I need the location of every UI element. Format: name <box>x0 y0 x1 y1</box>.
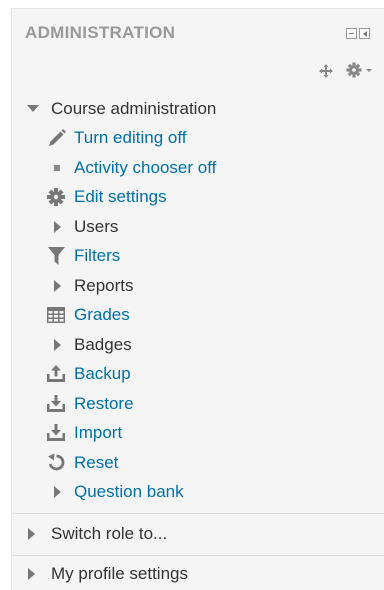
turn-editing-off-link[interactable]: Turn editing off <box>74 124 186 152</box>
filters-link[interactable]: Filters <box>74 242 120 270</box>
backup-item[interactable]: Backup <box>12 360 372 388</box>
restore-link[interactable]: Restore <box>74 390 134 418</box>
activity-chooser-off-item[interactable]: Activity chooser off <box>12 154 372 182</box>
bullet-icon <box>54 165 60 171</box>
restore-item[interactable]: Restore <box>12 390 372 418</box>
gear-dropdown-icon[interactable] <box>346 62 374 78</box>
divider <box>12 513 384 514</box>
question-bank-node[interactable]: Question bank <box>12 478 372 506</box>
course-administration-node[interactable]: Course administration <box>12 95 372 123</box>
dock-icon[interactable] <box>359 28 370 39</box>
pencil-icon <box>49 129 66 146</box>
question-bank-link[interactable]: Question bank <box>74 478 184 506</box>
grades-item[interactable]: Grades <box>12 301 372 329</box>
expand-arrow-icon <box>54 339 61 351</box>
backup-icon <box>47 365 65 382</box>
collapse-arrow-icon <box>27 105 39 112</box>
switch-role-label: Switch role to... <box>51 524 168 543</box>
gear-icon <box>47 188 65 206</box>
reset-icon <box>48 453 65 471</box>
turn-editing-off-item[interactable]: Turn editing off <box>12 124 372 152</box>
restore-icon <box>47 395 65 412</box>
switch-role-node[interactable]: Switch role to... <box>12 520 372 548</box>
activity-chooser-off-link[interactable]: Activity chooser off <box>74 154 216 182</box>
filter-icon <box>48 247 65 265</box>
users-node[interactable]: Users <box>12 213 372 241</box>
reports-node[interactable]: Reports <box>12 272 372 300</box>
course-administration-label: Course administration <box>51 99 217 118</box>
expand-arrow-icon <box>28 568 35 580</box>
expand-arrow-icon <box>54 280 61 292</box>
expand-arrow-icon <box>54 221 61 233</box>
users-label: Users <box>74 217 119 236</box>
grades-link[interactable]: Grades <box>74 301 130 329</box>
administration-block: ADMINISTRATION Course administration Tur… <box>11 8 384 590</box>
block-title: ADMINISTRATION <box>25 23 176 42</box>
edit-settings-link[interactable]: Edit settings <box>74 183 167 211</box>
expand-arrow-icon <box>54 486 61 498</box>
expand-arrow-icon <box>28 528 35 540</box>
badges-node[interactable]: Badges <box>12 331 372 359</box>
filters-item[interactable]: Filters <box>12 242 372 270</box>
minus-square-icon[interactable] <box>346 28 357 39</box>
import-link[interactable]: Import <box>74 419 122 447</box>
edit-settings-item[interactable]: Edit settings <box>12 183 372 211</box>
import-item[interactable]: Import <box>12 419 372 447</box>
reports-label: Reports <box>74 276 134 295</box>
backup-link[interactable]: Backup <box>74 360 131 388</box>
reset-item[interactable]: Reset <box>12 449 372 477</box>
badges-label: Badges <box>74 335 132 354</box>
move-arrows-icon[interactable] <box>319 64 333 78</box>
profile-settings-node[interactable]: My profile settings <box>12 560 372 588</box>
import-icon <box>47 424 65 441</box>
grades-table-icon <box>47 307 65 323</box>
divider <box>12 555 384 556</box>
profile-settings-label: My profile settings <box>51 564 188 583</box>
reset-link[interactable]: Reset <box>74 449 118 477</box>
